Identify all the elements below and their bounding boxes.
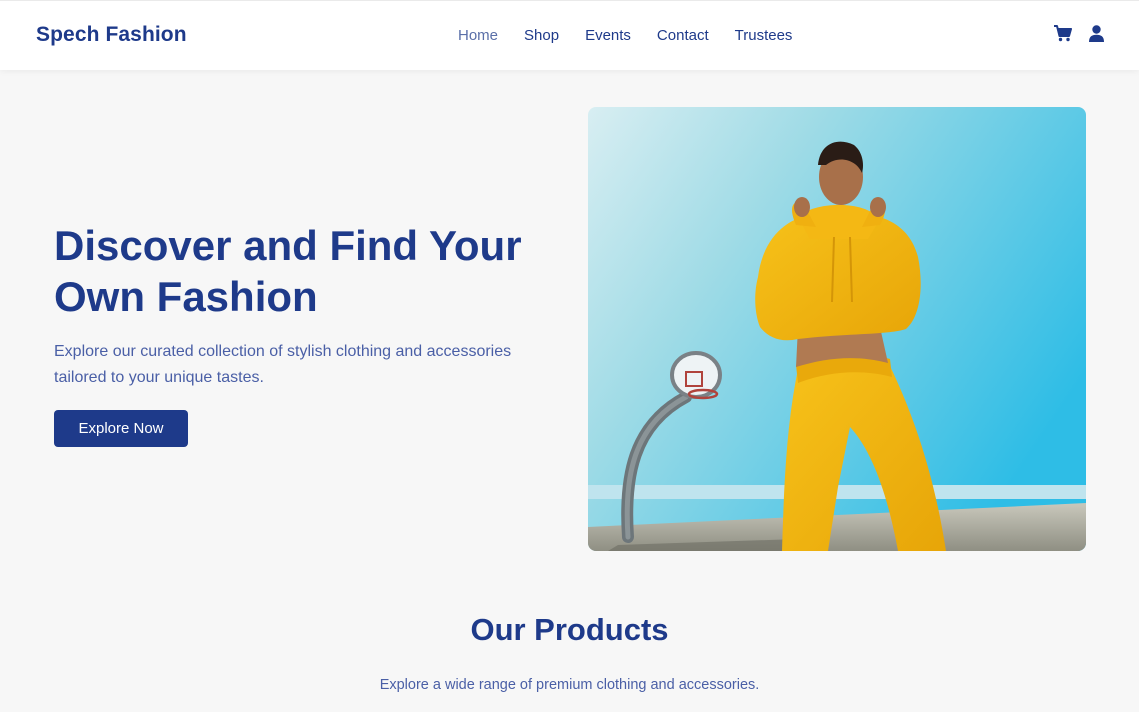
nav-links: Home Shop Events Contact Trustees	[458, 27, 818, 44]
nav-link-contact[interactable]: Contact	[657, 27, 709, 44]
products-section-subtitle: Explore a wide range of premium clothing…	[379, 677, 760, 693]
nav-icons	[1054, 25, 1104, 42]
hero-description: Explore our curated collection of stylis…	[54, 343, 512, 386]
cart-icon[interactable]	[1054, 25, 1072, 42]
navbar: Spech Fashion Home Shop Events Contact T…	[0, 0, 1139, 70]
nav-link-trustees[interactable]: Trustees	[735, 27, 793, 44]
nav-link-home[interactable]: Home	[458, 27, 498, 44]
user-icon[interactable]	[1089, 25, 1104, 42]
nav-link-shop[interactable]: Shop	[524, 27, 559, 44]
hero-title: Discover and Find Your Own Fashion	[54, 222, 522, 320]
explore-now-button[interactable]: Explore Now	[54, 410, 188, 447]
products-section-title: Our Products	[470, 612, 669, 647]
hero-image	[588, 107, 1086, 551]
brand-logo[interactable]: Spech Fashion	[36, 23, 187, 47]
nav-link-events[interactable]: Events	[585, 27, 631, 44]
